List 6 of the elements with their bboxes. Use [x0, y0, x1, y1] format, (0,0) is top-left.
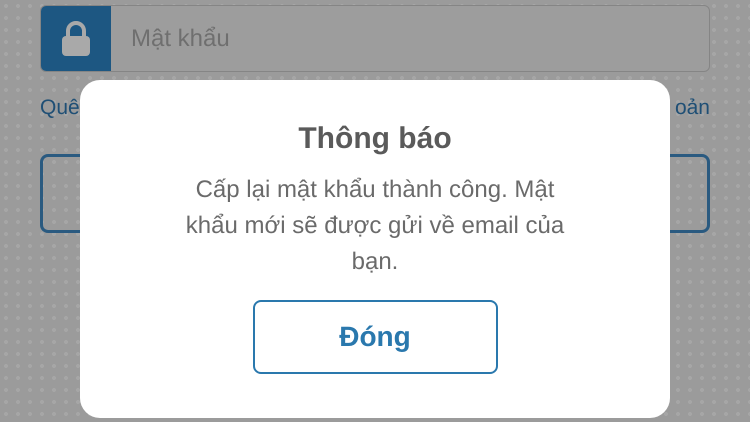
close-button[interactable]: Đóng: [252, 300, 498, 374]
link-text[interactable]: oản: [674, 92, 710, 124]
link-text[interactable]: Quê: [40, 92, 80, 124]
dialog-message: Cấp lại mật khẩu thành công. Mật khẩu mới sẽ được gửi về email của bạn.: [184, 175, 566, 277]
dialog-title: Thông báo: [298, 121, 452, 157]
lock-icon: [61, 20, 91, 56]
